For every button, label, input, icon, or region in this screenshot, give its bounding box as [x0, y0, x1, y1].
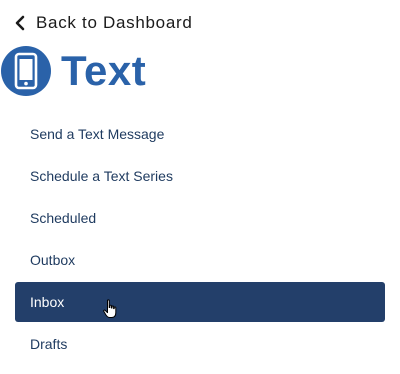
hand-pointer-cursor-icon: [103, 299, 117, 318]
nav-item-label: Send a Text Message: [30, 126, 165, 142]
page: Back to Dashboard Text Send a Text Messa…: [0, 0, 400, 374]
chevron-left-icon: [15, 15, 25, 31]
nav-item-inbox[interactable]: Inbox: [15, 282, 385, 322]
nav-item-label: Schedule a Text Series: [30, 168, 173, 184]
nav-item-send-text-message[interactable]: Send a Text Message: [15, 114, 385, 154]
nav-item-scheduled[interactable]: Scheduled: [15, 198, 385, 238]
nav-item-drafts[interactable]: Drafts: [15, 324, 385, 364]
page-title: Text: [61, 47, 147, 94]
nav-item-label: Drafts: [30, 336, 68, 352]
nav-item-label: Outbox: [30, 252, 76, 268]
text-nav-menu: Send a Text Message Schedule a Text Seri…: [15, 114, 385, 366]
back-to-dashboard-link[interactable]: Back to Dashboard: [14, 11, 192, 35]
mobile-phone-icon: [1, 46, 51, 96]
page-header: Text: [0, 43, 146, 99]
nav-item-outbox[interactable]: Outbox: [15, 240, 385, 280]
back-label: Back to Dashboard: [36, 13, 193, 32]
nav-item-label: Inbox: [30, 294, 65, 310]
nav-item-label: Scheduled: [30, 210, 97, 226]
nav-item-schedule-text-series[interactable]: Schedule a Text Series: [15, 156, 385, 196]
